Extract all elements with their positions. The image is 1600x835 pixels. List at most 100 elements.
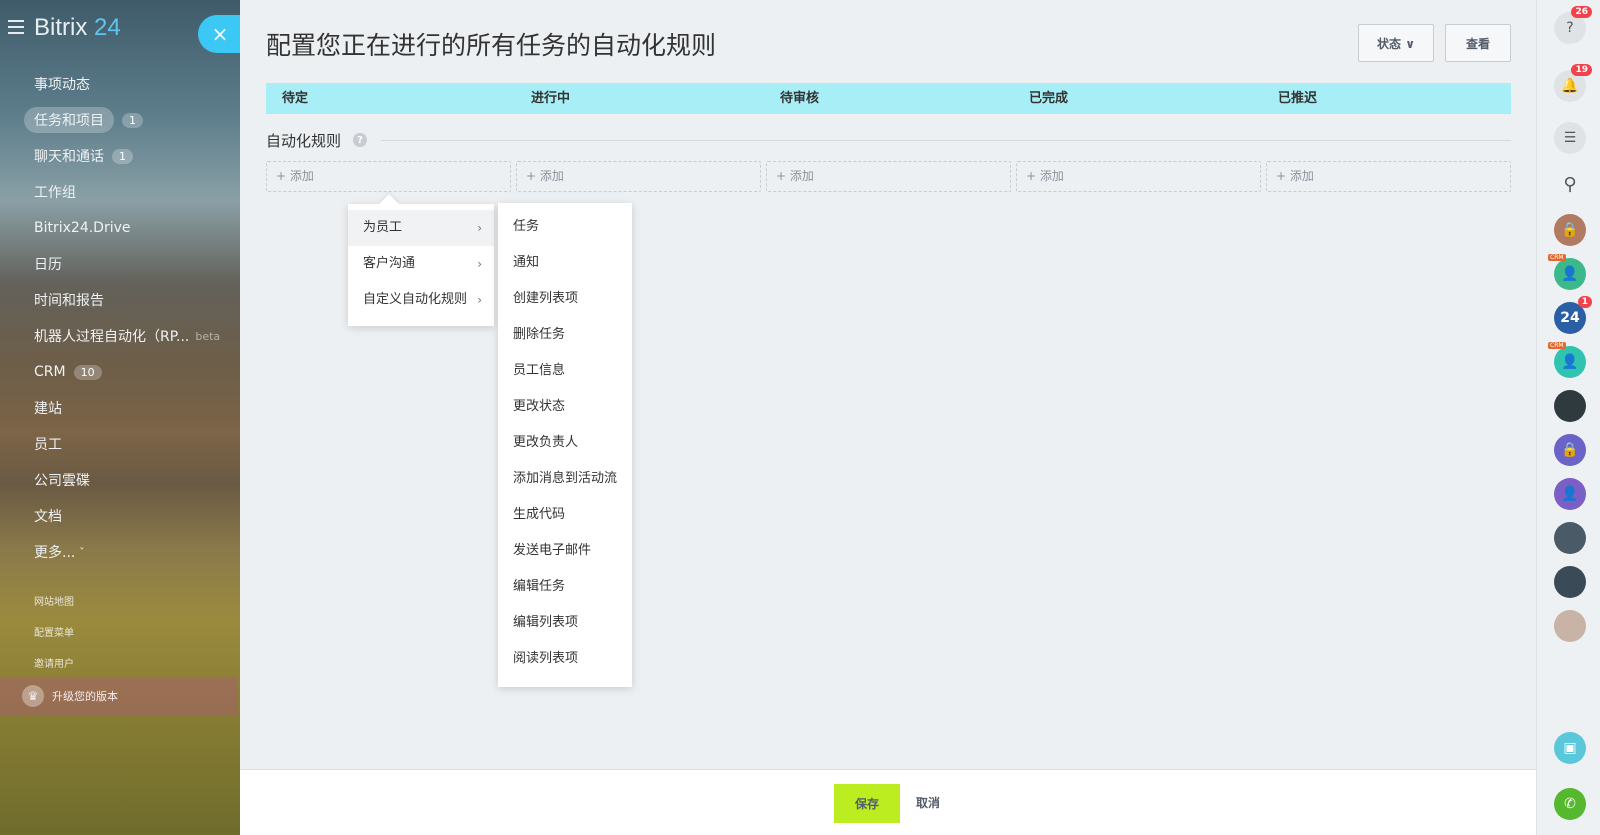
- sidebar-item-chat[interactable]: 聊天和通话 1: [0, 138, 240, 174]
- submenu-item[interactable]: 员工信息: [498, 353, 632, 389]
- document-icon: ▣: [1563, 740, 1577, 756]
- close-slider-button[interactable]: ×: [198, 15, 240, 53]
- divider: [381, 139, 1511, 141]
- logo[interactable]: Bitrix 24: [34, 14, 121, 42]
- notification-badge: 19: [1571, 64, 1592, 76]
- stage-in-progress: 进行中: [531, 91, 571, 106]
- chevron-right-icon: ›: [477, 221, 482, 235]
- submenu-item[interactable]: 删除任务: [498, 317, 632, 353]
- sidebar-item-crm[interactable]: CRM 10: [0, 354, 240, 390]
- lock-icon: 🔒: [1561, 442, 1579, 458]
- sidebar-item-label: 更多...: [34, 545, 76, 561]
- count-badge: 1: [112, 148, 133, 164]
- messages-button[interactable]: ☰: [1554, 122, 1586, 154]
- stage-review: 待审核: [780, 91, 820, 106]
- config-menu-link[interactable]: 配置菜单: [34, 624, 74, 639]
- user-icon: 👤: [1561, 486, 1579, 502]
- submenu-item[interactable]: 添加消息到活动流: [498, 461, 632, 497]
- sidebar-item-tasks[interactable]: 任务和项目 1: [0, 102, 240, 138]
- footer-bar: 保存 取消: [240, 769, 1536, 835]
- notifications-button[interactable]: 🔔 19: [1554, 64, 1592, 102]
- avatar[interactable]: [1554, 390, 1586, 422]
- search-button[interactable]: ⚲: [1554, 168, 1586, 200]
- add-rule-button-pending[interactable]: + 添加: [266, 161, 511, 192]
- invite-users-link[interactable]: 邀请用户: [34, 655, 74, 670]
- stage-deferred: 已推迟: [1278, 91, 1318, 106]
- count-badge: 10: [73, 364, 102, 380]
- save-button[interactable]: 保存: [834, 784, 900, 823]
- sidebar-item-sites[interactable]: 建站: [0, 390, 240, 426]
- menu-item-client-communication[interactable]: 客户沟通 ›: [348, 246, 494, 282]
- menu-item-label: 自定义自动化规则: [363, 292, 468, 307]
- logo-number: 24: [94, 14, 121, 41]
- view-button[interactable]: 查看: [1445, 24, 1511, 62]
- sidebar-item-feed[interactable]: 事项动态: [0, 66, 240, 102]
- avatar[interactable]: [1554, 522, 1586, 554]
- user-icon: 👤: [1561, 266, 1579, 282]
- call-button[interactable]: ✆: [1554, 788, 1586, 820]
- avatar[interactable]: [1554, 566, 1586, 598]
- sidebar-item-employees[interactable]: 员工: [0, 426, 240, 462]
- contact-lock-2[interactable]: 🔒: [1554, 434, 1586, 466]
- status-dropdown-button[interactable]: 状态 ∨: [1358, 24, 1434, 62]
- submenu-item[interactable]: 通知: [498, 245, 632, 281]
- sidebar-item-label: 机器人过程自动化（RP...: [34, 329, 190, 345]
- crm-tag: CRM: [1548, 254, 1566, 261]
- sidebar-item-workgroups[interactable]: 工作组: [0, 174, 240, 210]
- avatar[interactable]: [1554, 610, 1586, 642]
- sidebar-item-label: 日历: [34, 257, 62, 273]
- contact-lock-1[interactable]: 🔒: [1554, 214, 1586, 246]
- sidebar-item-label: 建站: [34, 401, 62, 417]
- submenu-item[interactable]: 任务: [498, 209, 632, 245]
- add-rule-button-completed[interactable]: + 添加: [1016, 161, 1261, 192]
- submenu-item[interactable]: 更改负责人: [498, 425, 632, 461]
- sidebar-item-rpa[interactable]: 机器人过程自动化（RP... beta: [0, 318, 240, 354]
- page-title: 配置您正在进行的所有任务的自动化规则: [266, 31, 717, 60]
- upgrade-label: 升级您的版本: [52, 690, 118, 703]
- menu-icon[interactable]: [8, 20, 24, 34]
- sidebar-item-documents[interactable]: 文档: [0, 498, 240, 534]
- add-rule-button-review[interactable]: + 添加: [766, 161, 1011, 192]
- menu-item-custom-rules[interactable]: 自定义自动化规则 ›: [348, 282, 494, 318]
- submenu-item[interactable]: 生成代码: [498, 497, 632, 533]
- submenu-item[interactable]: 更改状态: [498, 389, 632, 425]
- chevron-down-icon: ˅: [79, 546, 85, 558]
- sidebar-item-label: 任务和项目: [24, 107, 114, 133]
- submenu-item[interactable]: 创建列表项: [498, 281, 632, 317]
- submenu-item[interactable]: 编辑任务: [498, 569, 632, 605]
- menu-item-for-employee[interactable]: 为员工 ›: [348, 210, 494, 246]
- bell-icon: 🔔: [1561, 78, 1579, 94]
- contact-user[interactable]: 👤: [1554, 478, 1586, 510]
- sidebar-item-calendar[interactable]: 日历: [0, 246, 240, 282]
- cancel-button[interactable]: 取消: [916, 784, 940, 823]
- sidebar-item-drive[interactable]: Bitrix24.Drive: [0, 210, 240, 246]
- menu-item-label: 为员工: [363, 220, 403, 235]
- close-icon: ×: [211, 22, 229, 46]
- upgrade-button[interactable]: ♛ 升级您的版本: [0, 677, 238, 715]
- stage-pending: 待定: [282, 91, 309, 106]
- contact-crm-2[interactable]: CRM 👤: [1548, 342, 1586, 378]
- rules-section-header: 自动化规则 ?: [266, 128, 1511, 152]
- submenu-item[interactable]: 编辑列表项: [498, 605, 632, 641]
- add-rule-button-in-progress[interactable]: + 添加: [516, 161, 761, 192]
- sidebar-item-time-reports[interactable]: 时间和报告: [0, 282, 240, 318]
- submenu-item[interactable]: 阅读列表项: [498, 641, 632, 677]
- help-icon[interactable]: ?: [353, 133, 368, 147]
- chat-icon: ☰: [1563, 130, 1577, 146]
- user-icon: 👤: [1561, 354, 1579, 370]
- bitrix24-chat[interactable]: 24 1: [1554, 296, 1592, 334]
- sidebar-item-company-drive[interactable]: 公司雲碟: [0, 462, 240, 498]
- chevron-right-icon: ›: [477, 293, 482, 307]
- help-button[interactable]: ? 26: [1554, 6, 1592, 44]
- add-rule-button-deferred[interactable]: + 添加: [1266, 161, 1511, 192]
- left-sidebar: Bitrix 24 × 事项动态 任务和项目 1 聊天和通话 1 工作组 Bitri…: [0, 0, 240, 835]
- screen-share-button[interactable]: ▣: [1554, 732, 1586, 764]
- menu-item-label: 客户沟通: [363, 256, 416, 271]
- contact-crm-1[interactable]: CRM 👤: [1548, 254, 1586, 290]
- beta-tag: beta: [195, 329, 221, 343]
- crm-tag: CRM: [1548, 342, 1566, 349]
- right-toolbar: ? 26 🔔 19 ☰ ⚲ 🔒 CRM 👤 24 1 CRM 👤 🔒 👤 ▣ ✆: [1536, 0, 1600, 835]
- sitemap-link[interactable]: 网站地图: [34, 593, 74, 608]
- submenu-item[interactable]: 发送电子邮件: [498, 533, 632, 569]
- sidebar-item-more[interactable]: 更多... ˅: [0, 534, 240, 570]
